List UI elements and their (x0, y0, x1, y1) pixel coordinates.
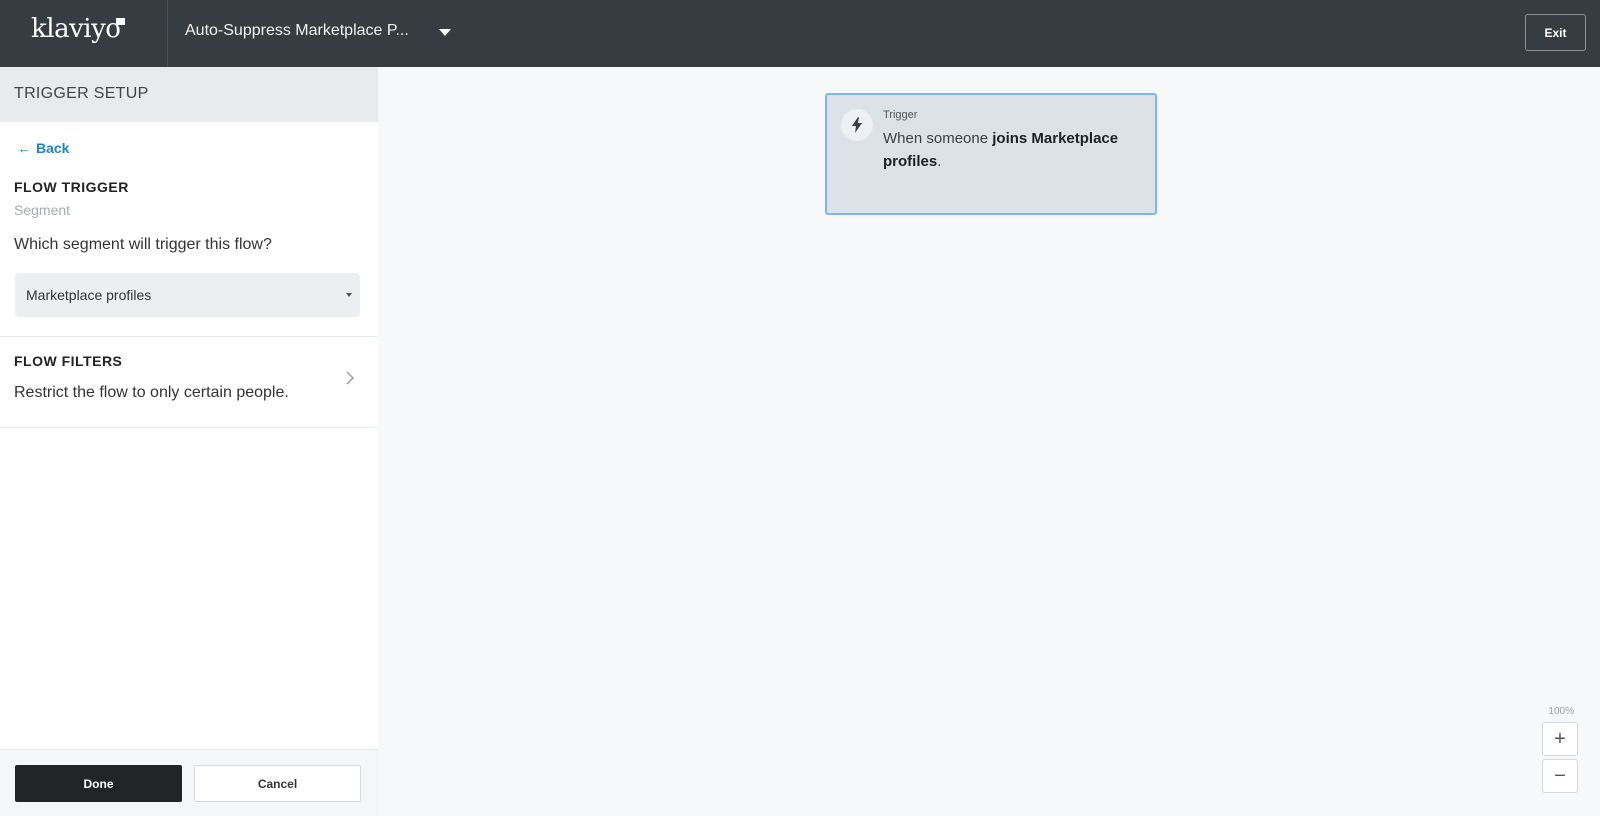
caret-down-icon[interactable] (439, 29, 451, 36)
segment-question: Which segment will trigger this flow? (14, 236, 272, 253)
flow-filters-description: Restrict the flow to only certain people… (14, 384, 289, 401)
arrow-left-icon: ← (17, 140, 31, 156)
segment-select-value: Marketplace profiles (26, 287, 152, 303)
trigger-card-text: When someone joins Marketplace profiles. (883, 127, 1143, 173)
klaviyo-logo[interactable]: klaviyo (31, 14, 121, 44)
lightning-bolt-icon (852, 117, 862, 133)
logo-flag-icon (116, 18, 125, 25)
trigger-icon-circle (841, 109, 873, 141)
zoom-in-button[interactable]: + (1542, 722, 1578, 756)
flow-trigger-type: Segment (14, 202, 71, 218)
trigger-card[interactable]: Trigger When someone joins Marketplace p… (825, 93, 1157, 215)
panel-header: TRIGGER SETUP (0, 67, 378, 122)
top-bar: klaviyo Auto-Suppress Marketplace P... E… (0, 0, 1600, 67)
caret-down-icon (346, 293, 352, 297)
flow-title[interactable]: Auto-Suppress Marketplace P... (185, 22, 409, 40)
logo-area: klaviyo (0, 0, 168, 67)
flow-trigger-label: FLOW TRIGGER (14, 179, 129, 195)
done-button[interactable]: Done (15, 765, 182, 802)
trigger-card-kicker: Trigger (883, 109, 918, 121)
panel-title: TRIGGER SETUP (14, 85, 149, 102)
back-link[interactable]: ← Back (17, 140, 69, 156)
flow-canvas[interactable]: Trigger When someone joins Marketplace p… (378, 67, 1600, 816)
segment-select[interactable]: Marketplace profiles (15, 273, 360, 317)
flow-filters-section[interactable]: FLOW FILTERS Restrict the flow to only c… (0, 337, 378, 427)
trigger-setup-panel: TRIGGER SETUP ← Back FLOW TRIGGER Segmen… (0, 67, 378, 816)
divider (0, 427, 378, 428)
zoom-level: 100% (1548, 706, 1574, 717)
trigger-text-suffix: . (937, 153, 942, 170)
trigger-text-prefix: When someone (883, 130, 993, 147)
cancel-button[interactable]: Cancel (194, 765, 361, 802)
back-label: Back (36, 140, 70, 156)
panel-footer: Done Cancel (0, 749, 378, 816)
exit-button[interactable]: Exit (1525, 14, 1586, 51)
zoom-out-button[interactable]: − (1542, 759, 1578, 793)
chevron-right-icon (346, 371, 354, 385)
flow-filters-label: FLOW FILTERS (14, 353, 123, 369)
